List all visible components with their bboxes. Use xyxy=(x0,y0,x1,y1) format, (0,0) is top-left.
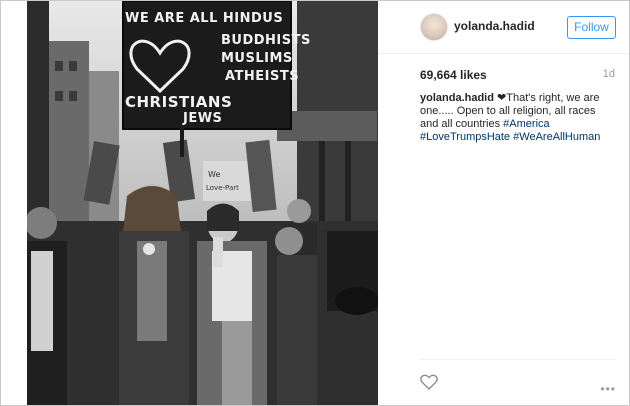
post-header: yolanda.hadid Follow xyxy=(378,1,629,54)
back-sign-line-1: We xyxy=(208,170,220,179)
caption-username[interactable]: yolanda.hadid xyxy=(420,92,494,104)
instagram-post-embed: We Love-Part WE ARE ALL HINDUS BUDDHISTS… xyxy=(0,0,630,406)
post-sidebar: yolanda.hadid Follow 69,664 likes 1d yol… xyxy=(378,1,629,405)
sign-line: Christians xyxy=(125,93,233,111)
post-age[interactable]: 1d xyxy=(603,68,615,80)
heart-outline-icon[interactable] xyxy=(420,374,438,390)
more-options-icon[interactable]: ••• xyxy=(600,382,616,396)
sign-line: Buddhists xyxy=(221,33,311,48)
post-caption: yolanda.hadid ❤That's right, we are one.… xyxy=(420,92,616,144)
hashtag-link[interactable]: #WeAreAllHuman xyxy=(513,131,600,143)
sign-line: Muslims xyxy=(221,51,293,66)
post-actions: ••• xyxy=(420,359,616,406)
likes-count[interactable]: 69,664 likes xyxy=(420,68,487,82)
heart-emoji: ❤ xyxy=(497,92,507,104)
hashtag-link[interactable]: #LoveTrumpsHate xyxy=(420,131,510,143)
follow-button[interactable]: Follow xyxy=(567,16,616,39)
sign-line: Jews xyxy=(183,111,223,126)
sign-line: Atheists xyxy=(225,69,300,84)
post-photo[interactable]: We Love-Part WE ARE ALL HINDUS BUDDHISTS… xyxy=(27,1,378,405)
hashtag-link[interactable]: #America xyxy=(503,118,549,130)
back-sign-line-2: Love-Part xyxy=(206,184,239,192)
protest-sign-text: We Are All Hindus Buddhists Muslims Athe… xyxy=(125,7,310,126)
avatar[interactable] xyxy=(420,13,448,41)
username-link[interactable]: yolanda.hadid xyxy=(454,19,535,33)
sign-line: We Are All Hindus xyxy=(125,11,284,26)
